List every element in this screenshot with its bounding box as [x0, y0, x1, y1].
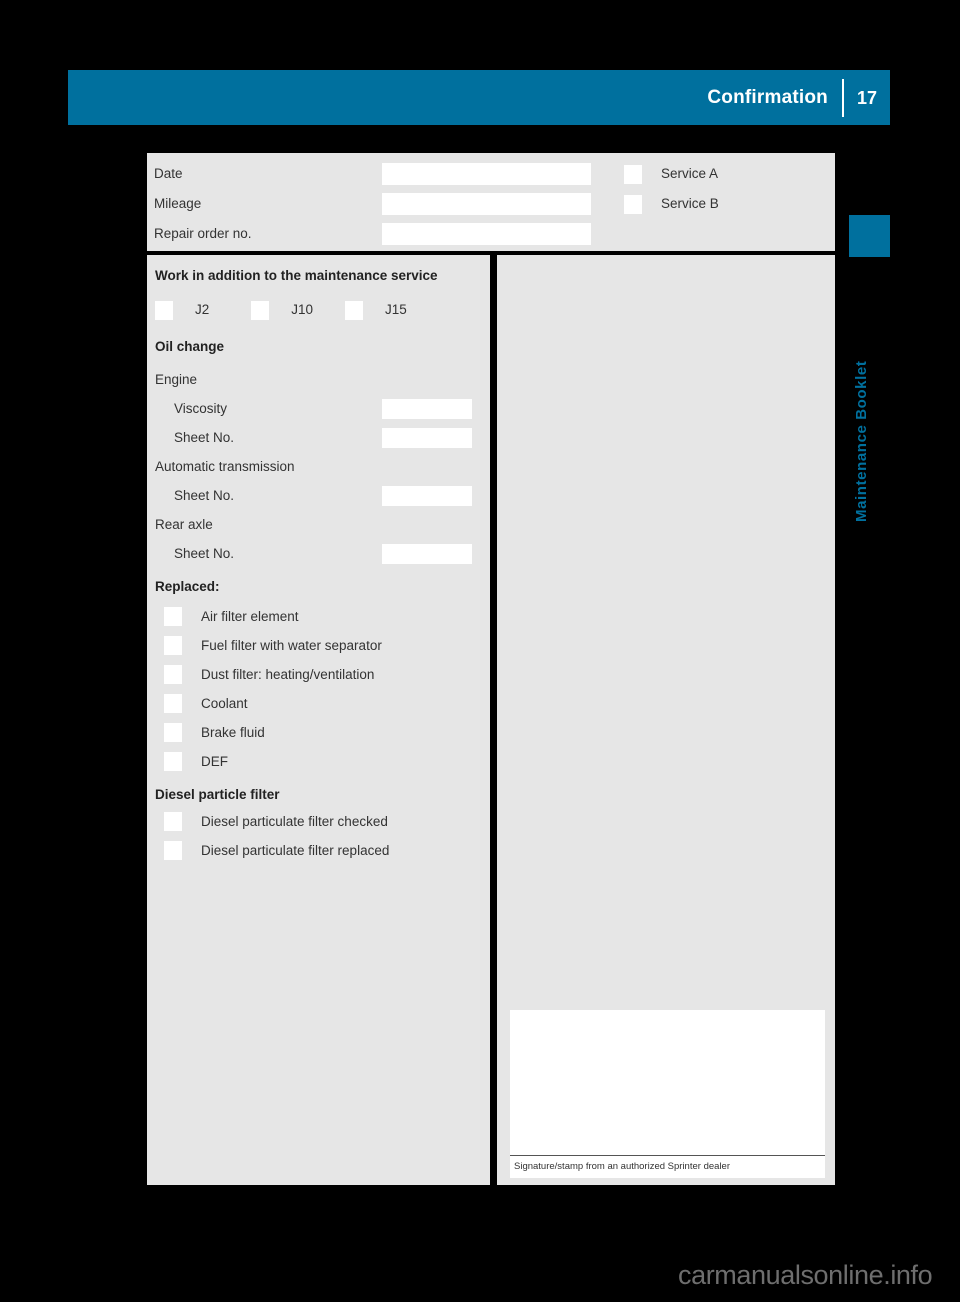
- signature-block: Signature/stamp from an authorized Sprin…: [510, 1010, 825, 1178]
- form-row-date: Date: [154, 163, 591, 185]
- label-air-filter-element: Air filter element: [201, 608, 299, 624]
- replaced-item-coolant[interactable]: Coolant: [155, 689, 485, 718]
- label-fuel-filter-water-separator: Fuel filter with water separator: [201, 637, 382, 653]
- label-j10: J10: [291, 302, 314, 318]
- diesel-particle-filter-heading: Diesel particle filter: [155, 787, 280, 802]
- transmission-sheet-no-label: Sheet No.: [174, 487, 235, 503]
- checkbox-j15[interactable]: [345, 300, 364, 320]
- label-coolant: Coolant: [201, 695, 248, 711]
- engine-sheet-no-input[interactable]: [382, 427, 472, 448]
- rear-axle-sheet-no-input[interactable]: [382, 543, 472, 564]
- oil-group-rear-axle: Rear axle: [155, 510, 485, 539]
- replaced-item-dust-filter[interactable]: Dust filter: heating/ventilation: [155, 660, 485, 689]
- page-title: Confirmation: [707, 87, 828, 108]
- left-column-content: Work in addition to the maintenance serv…: [155, 266, 485, 865]
- checkbox-j10[interactable]: [251, 300, 270, 320]
- oil-field-transmission-sheet-no: Sheet No.: [155, 481, 485, 510]
- oil-group-automatic-transmission: Automatic transmission: [155, 452, 485, 481]
- mileage-label: Mileage: [154, 196, 202, 212]
- service-b-label: Service B: [661, 196, 719, 212]
- top-form-panel: Date Mileage Repair order no. Service A …: [147, 153, 835, 251]
- watermark-text: carmanualsonline.info: [678, 1260, 933, 1290]
- viscosity-input[interactable]: [382, 398, 472, 419]
- form-row-mileage: Mileage: [154, 193, 591, 215]
- date-label: Date: [154, 166, 183, 182]
- repair-order-label: Repair order no.: [154, 226, 252, 242]
- checkbox-dust-filter[interactable]: [164, 665, 182, 684]
- automatic-transmission-label: Automatic transmission: [155, 458, 295, 474]
- service-a-option[interactable]: Service A: [624, 163, 718, 185]
- oil-field-engine-sheet-no: Sheet No.: [155, 423, 485, 452]
- replaced-item-air-filter[interactable]: Air filter element: [155, 602, 485, 631]
- replaced-heading: Replaced:: [155, 579, 220, 594]
- section-marker-square: [849, 215, 890, 257]
- checkbox-dpf-checked[interactable]: [164, 812, 182, 831]
- oil-field-rear-axle-sheet-no: Sheet No.: [155, 539, 485, 568]
- replaced-item-fuel-filter[interactable]: Fuel filter with water separator: [155, 631, 485, 660]
- oil-field-viscosity: Viscosity: [155, 394, 485, 423]
- mileage-input[interactable]: [382, 193, 591, 215]
- checkbox-brake-fluid[interactable]: [164, 723, 182, 742]
- signature-stamp-area[interactable]: [510, 1010, 825, 1156]
- rear-axle-sheet-no-label: Sheet No.: [174, 545, 235, 561]
- dpf-item-replaced[interactable]: Diesel particulate filter replaced: [155, 836, 485, 865]
- viscosity-label: Viscosity: [174, 400, 228, 416]
- dpf-item-checked[interactable]: Diesel particulate filter checked: [155, 807, 485, 836]
- label-brake-fluid: Brake fluid: [201, 724, 265, 740]
- label-dust-filter: Dust filter: heating/ventilation: [201, 666, 375, 682]
- page-header-bar: Confirmation 17: [68, 70, 890, 125]
- oil-group-engine: Engine: [155, 365, 485, 394]
- additional-work-heading: Work in addition to the maintenance serv…: [155, 268, 438, 283]
- service-b-option[interactable]: Service B: [624, 193, 719, 215]
- signature-caption-container: Signature/stamp from an authorized Sprin…: [510, 1156, 825, 1178]
- replaced-item-brake-fluid[interactable]: Brake fluid: [155, 718, 485, 747]
- label-j15: J15: [385, 302, 407, 318]
- checkbox-fuel-filter-water-separator[interactable]: [164, 636, 182, 655]
- service-a-label: Service A: [661, 166, 719, 182]
- form-row-repair-order: Repair order no.: [154, 223, 591, 245]
- label-dpf-replaced: Diesel particulate filter replaced: [201, 842, 390, 858]
- date-input[interactable]: [382, 163, 591, 185]
- label-def: DEF: [201, 753, 228, 769]
- checkbox-air-filter-element[interactable]: [164, 607, 182, 626]
- page-number: 17: [856, 87, 878, 108]
- signature-caption: Signature/stamp from an authorized Sprin…: [514, 1161, 730, 1173]
- oil-change-heading: Oil change: [155, 339, 225, 354]
- checkbox-coolant[interactable]: [164, 694, 182, 713]
- transmission-sheet-no-input[interactable]: [382, 485, 472, 506]
- service-a-checkbox[interactable]: [624, 164, 642, 184]
- rear-axle-label: Rear axle: [155, 516, 213, 532]
- label-dpf-checked: Diesel particulate filter checked: [201, 813, 388, 829]
- repair-order-input[interactable]: [382, 223, 591, 245]
- checkbox-def[interactable]: [164, 752, 182, 771]
- engine-label: Engine: [155, 371, 198, 387]
- service-b-checkbox[interactable]: [624, 194, 642, 214]
- checkbox-dpf-replaced[interactable]: [164, 841, 182, 860]
- additional-work-options: J2 J10 J15: [155, 299, 485, 321]
- side-tab-maintenance-booklet: Maintenance Booklet: [853, 360, 870, 522]
- engine-sheet-no-label: Sheet No.: [174, 429, 235, 445]
- replaced-item-def[interactable]: DEF: [155, 747, 485, 776]
- checkbox-j2[interactable]: [155, 300, 173, 320]
- label-j2: J2: [195, 302, 210, 318]
